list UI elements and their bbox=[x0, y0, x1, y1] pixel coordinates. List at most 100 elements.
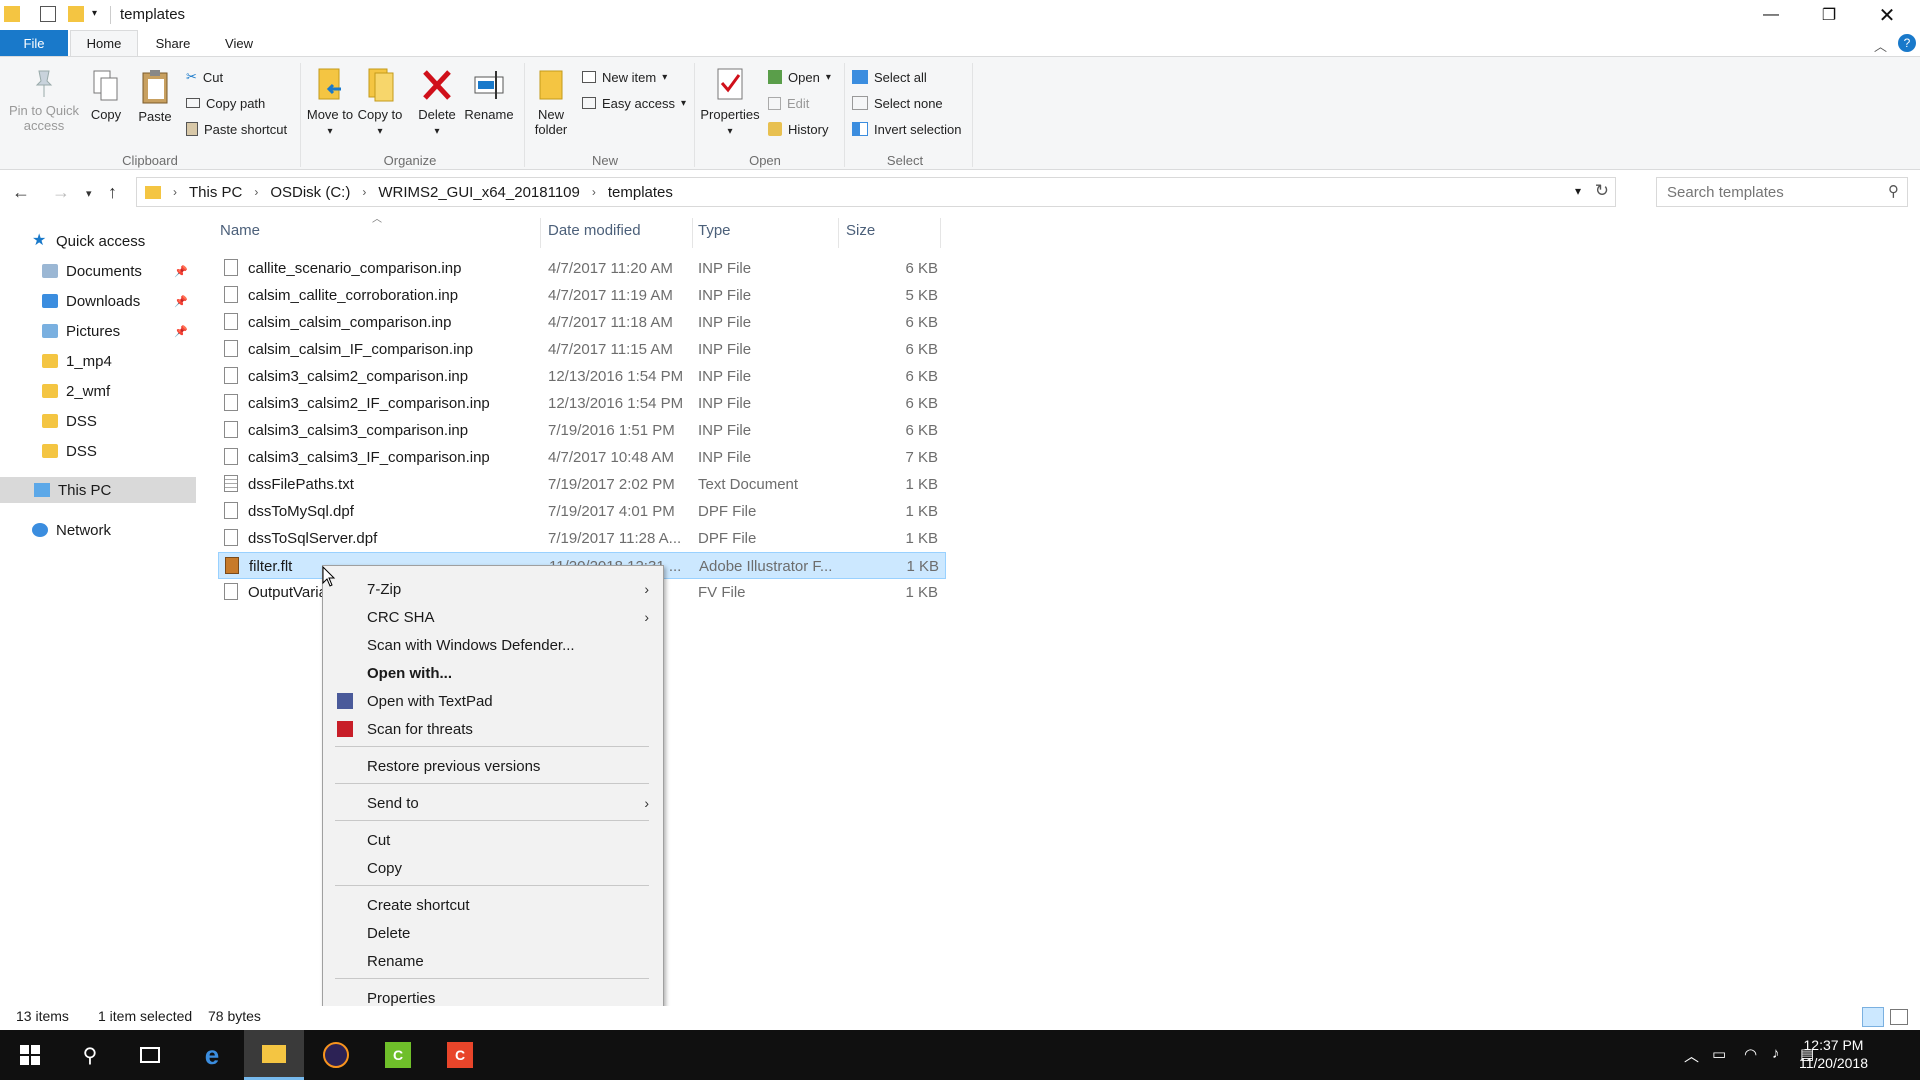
restore-button[interactable]: ❐ bbox=[1800, 0, 1858, 30]
open-button[interactable]: Open ▾ bbox=[768, 67, 831, 87]
file-row[interactable]: calsim_calsim_IF_comparison.inp 4/7/2017 … bbox=[218, 336, 946, 363]
copy-to-button[interactable]: Copy to ▾ bbox=[356, 67, 404, 139]
new-folder-icon[interactable] bbox=[68, 6, 84, 22]
back-arrow-icon[interactable]: ← bbox=[12, 182, 30, 203]
open-icon bbox=[768, 70, 782, 84]
menu-item-copy[interactable]: Copy bbox=[325, 855, 661, 881]
refresh-icon[interactable]: ↻ bbox=[1595, 181, 1609, 201]
recent-locations-chevron-icon[interactable]: ▾ bbox=[86, 187, 92, 200]
forward-arrow-icon[interactable]: → bbox=[52, 182, 70, 203]
large-icons-view-icon[interactable] bbox=[1890, 1009, 1908, 1025]
start-button[interactable] bbox=[0, 1030, 60, 1080]
battery-icon[interactable]: ▭ bbox=[1712, 1045, 1726, 1063]
tab-file[interactable]: File bbox=[0, 30, 68, 56]
select-all-button[interactable]: Select all bbox=[852, 67, 927, 87]
eclipse-app-icon[interactable] bbox=[306, 1030, 366, 1080]
tray-chevron-icon[interactable]: ︿ bbox=[1684, 1045, 1699, 1066]
nav-item-2-wmf[interactable]: 2_wmf bbox=[0, 378, 196, 404]
file-row[interactable]: calsim3_calsim3_IF_comparison.inp 4/7/201… bbox=[218, 444, 946, 471]
menu-item-rename[interactable]: Rename bbox=[325, 948, 661, 974]
history-button[interactable]: History bbox=[768, 119, 828, 139]
select-none-button[interactable]: Select none bbox=[852, 93, 943, 113]
nav-item-dss-2[interactable]: DSS bbox=[0, 438, 196, 464]
new-folder-button[interactable]: New folder bbox=[528, 67, 574, 137]
up-arrow-icon[interactable]: ↑ bbox=[108, 182, 117, 203]
wifi-icon[interactable]: ◠ bbox=[1744, 1045, 1757, 1063]
volume-icon[interactable]: ♪ bbox=[1772, 1045, 1780, 1062]
address-dropdown-icon[interactable]: ▾ bbox=[1575, 184, 1581, 198]
file-row[interactable]: calsim_calsim_comparison.inp 4/7/2017 11:… bbox=[218, 309, 946, 336]
properties-icon[interactable] bbox=[40, 6, 56, 22]
file-row[interactable]: dssToSqlServer.dpf 7/19/2017 11:28 A... DP… bbox=[218, 525, 946, 552]
nav-this-pc[interactable]: This PC bbox=[0, 477, 196, 503]
file-row[interactable]: dssFilePaths.txt 7/19/2017 2:02 PM Text Do… bbox=[218, 471, 946, 498]
menu-item-7zip[interactable]: 7-Zip › bbox=[325, 576, 661, 602]
invert-selection-button[interactable]: Invert selection bbox=[852, 119, 961, 139]
task-view-icon[interactable] bbox=[120, 1030, 180, 1080]
search-taskbar-icon[interactable]: ⚲ bbox=[60, 1030, 120, 1080]
nav-network[interactable]: Network bbox=[0, 517, 196, 543]
address-bar[interactable]: › This PC › OSDisk (C:) › WRIMS2_GUI_x64… bbox=[136, 177, 1616, 207]
nav-item-dss[interactable]: DSS bbox=[0, 408, 196, 434]
red-app-icon[interactable]: C bbox=[430, 1030, 490, 1080]
menu-item-delete[interactable]: Delete bbox=[325, 920, 661, 946]
delete-button[interactable]: Delete ▾ bbox=[414, 67, 460, 139]
new-item-button[interactable]: New item ▾ bbox=[582, 67, 667, 87]
search-icon[interactable]: ⚲ bbox=[1888, 182, 1899, 200]
file-row[interactable]: calsim_callite_corroboration.inp 4/7/2017… bbox=[218, 282, 946, 309]
search-box[interactable]: Search templates ⚲ bbox=[1656, 177, 1908, 207]
column-header-name[interactable]: Name bbox=[220, 222, 260, 239]
file-explorer-taskbar-icon[interactable] bbox=[244, 1030, 304, 1080]
menu-item-restore-versions[interactable]: Restore previous versions bbox=[325, 753, 661, 779]
collapse-ribbon-icon[interactable]: ︿ bbox=[1874, 36, 1887, 55]
file-row[interactable]: calsim3_calsim3_comparison.inp 7/19/2016 … bbox=[218, 417, 946, 444]
easy-access-button[interactable]: Easy access ▾ bbox=[582, 93, 686, 113]
file-row[interactable]: calsim3_calsim2_comparison.inp 12/13/2016… bbox=[218, 363, 946, 390]
column-header-type[interactable]: Type bbox=[698, 222, 731, 239]
menu-item-open-with[interactable]: Open with... bbox=[325, 660, 661, 686]
pin-to-quick-access-button[interactable]: Pin to Quick access bbox=[6, 69, 82, 133]
green-app-icon[interactable]: C bbox=[368, 1030, 428, 1080]
cut-button[interactable]: ✂ Cut bbox=[186, 67, 223, 87]
properties-button[interactable]: Properties ▾ bbox=[696, 67, 764, 139]
column-header-size[interactable]: Size bbox=[846, 222, 875, 239]
nav-item-downloads[interactable]: Downloads 📌 bbox=[0, 288, 196, 314]
tab-share[interactable]: Share bbox=[140, 30, 206, 56]
close-button[interactable]: ✕ bbox=[1858, 0, 1916, 30]
nav-quick-access[interactable]: ★ Quick access bbox=[0, 228, 196, 254]
minimize-button[interactable]: ― bbox=[1742, 0, 1800, 30]
help-icon[interactable]: ? bbox=[1898, 34, 1916, 52]
breadcrumb-this-pc[interactable]: This PC bbox=[189, 184, 242, 201]
breadcrumb-osdisk[interactable]: OSDisk (C:) bbox=[270, 184, 350, 201]
menu-item-cut[interactable]: Cut bbox=[325, 827, 661, 853]
tab-home[interactable]: Home bbox=[70, 30, 138, 56]
rename-button[interactable]: Rename bbox=[462, 67, 516, 122]
edge-browser-icon[interactable]: e bbox=[182, 1030, 242, 1080]
file-row[interactable]: dssToMySql.dpf 7/19/2017 4:01 PM DPF File 1… bbox=[218, 498, 946, 525]
menu-item-create-shortcut[interactable]: Create shortcut bbox=[325, 892, 661, 918]
paste-button[interactable]: Paste bbox=[132, 69, 178, 124]
menu-item-open-textpad[interactable]: Open with TextPad bbox=[325, 688, 661, 714]
details-view-icon[interactable] bbox=[1862, 1007, 1884, 1027]
breadcrumb-templates[interactable]: templates bbox=[608, 184, 673, 201]
clock[interactable]: 12:37 PM 11/20/2018 bbox=[1799, 1036, 1868, 1072]
tab-view[interactable]: View bbox=[210, 30, 268, 56]
nav-item-pictures[interactable]: Pictures 📌 bbox=[0, 318, 196, 344]
copy-path-button[interactable]: Copy path bbox=[186, 93, 265, 113]
search-input[interactable]: Search templates bbox=[1667, 184, 1784, 201]
edit-button[interactable]: Edit bbox=[768, 93, 809, 113]
nav-item-1-mp4[interactable]: 1_mp4 bbox=[0, 348, 196, 374]
menu-item-send-to[interactable]: Send to › bbox=[325, 790, 661, 816]
chevron-down-icon[interactable]: ▾ bbox=[92, 8, 108, 24]
file-row[interactable]: callite_scenario_comparison.inp 4/7/2017 … bbox=[218, 255, 946, 282]
breadcrumb-wrims2[interactable]: WRIMS2_GUI_x64_20181109 bbox=[378, 184, 580, 201]
copy-button[interactable]: Copy bbox=[84, 69, 128, 122]
menu-item-scan-threats[interactable]: Scan for threats bbox=[325, 716, 661, 742]
menu-item-scan-defender[interactable]: Scan with Windows Defender... bbox=[325, 632, 661, 658]
file-row[interactable]: calsim3_calsim2_IF_comparison.inp 12/13/2… bbox=[218, 390, 946, 417]
nav-item-documents[interactable]: Documents 📌 bbox=[0, 258, 196, 284]
paste-shortcut-button[interactable]: Paste shortcut bbox=[186, 119, 287, 139]
move-to-button[interactable]: Move to ▾ bbox=[306, 67, 354, 139]
menu-item-crc-sha[interactable]: CRC SHA › bbox=[325, 604, 661, 630]
column-header-date[interactable]: Date modified bbox=[548, 222, 641, 239]
